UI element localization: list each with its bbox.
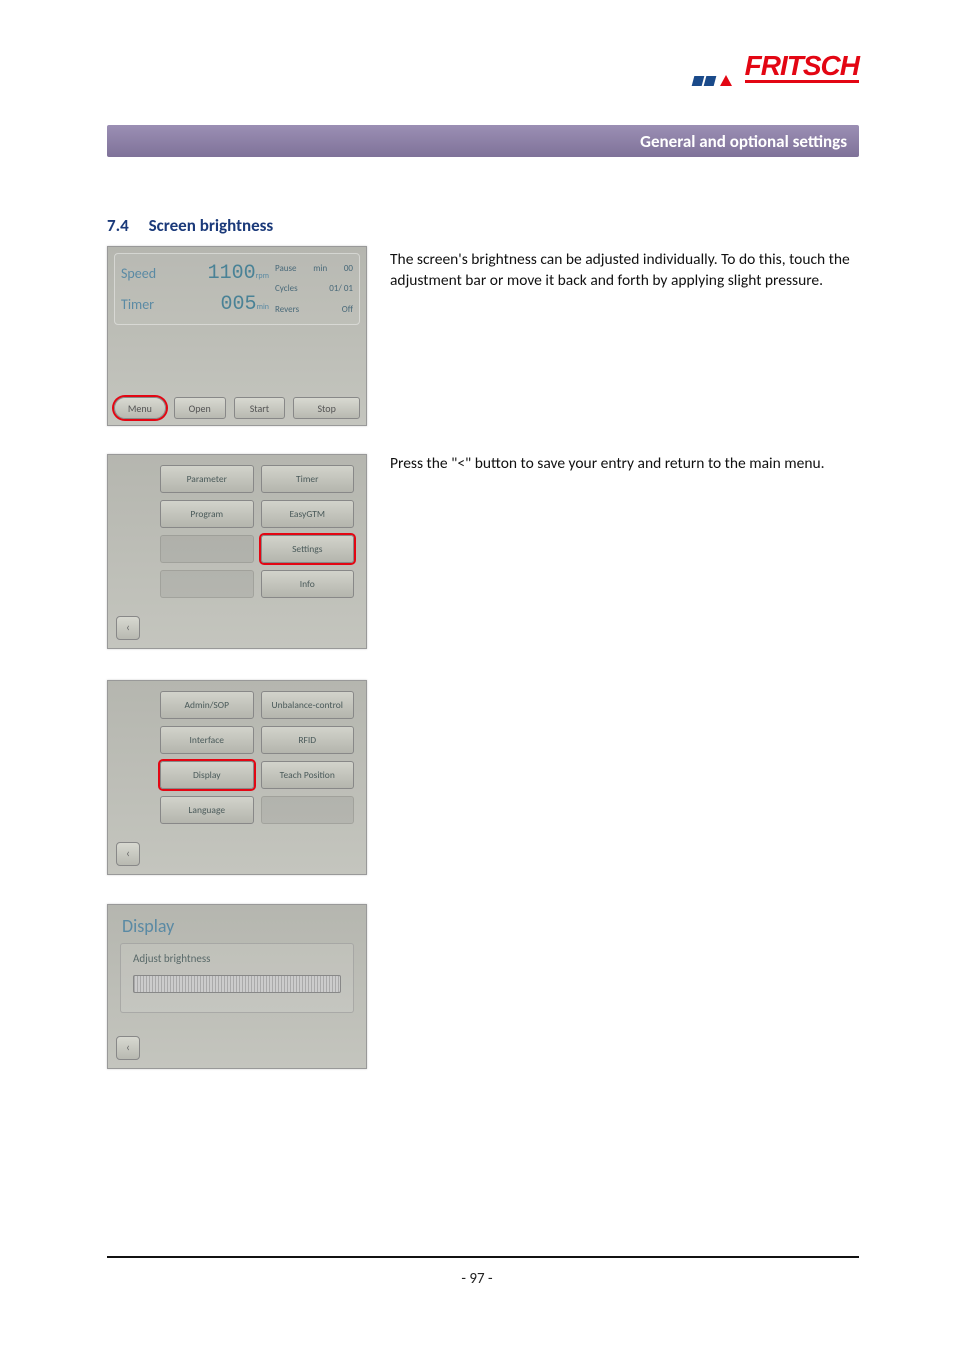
menu-language[interactable]: Language [160, 796, 254, 824]
back-button[interactable]: ‹ [116, 842, 140, 866]
menu-empty-1 [160, 535, 254, 563]
start-button[interactable]: Start [234, 397, 286, 419]
menu-info[interactable]: Info [261, 570, 355, 598]
menu-unbalance[interactable]: Unbalance-control [261, 691, 355, 719]
page-number: - 97 - [0, 1270, 954, 1288]
menu-button[interactable]: Menu [114, 397, 166, 419]
revers-label: Revers [275, 304, 299, 315]
section-heading: 7.4 Screen brightness [107, 215, 273, 236]
screenshot-display-brightness: Display Adjust brightness ‹ [107, 904, 367, 1069]
menu-empty-2 [160, 570, 254, 598]
back-button[interactable]: ‹ [116, 616, 140, 640]
speed-label: Speed [121, 265, 179, 282]
screenshot-menu-settings: Admin/SOP Unbalance-control Interface RF… [107, 680, 367, 875]
brightness-box: Adjust brightness [120, 943, 354, 1013]
section-number: 7.4 [107, 215, 129, 236]
section-breadcrumb-band: General and optional settings [107, 125, 859, 157]
back-button[interactable]: ‹ [116, 1036, 140, 1060]
paragraph-back-button: Press the "<" button to save your entry … [390, 454, 850, 475]
speed-unit: rpm [256, 271, 269, 281]
cycles-value: 01/ 01 [329, 283, 353, 294]
menu-teach-position[interactable]: Teach Position [261, 761, 355, 789]
screenshot-menu-main: Parameter Timer Program EasyGTM Settings… [107, 454, 367, 649]
brand-logo: FRITSCH [699, 50, 859, 95]
brightness-slider[interactable] [133, 975, 341, 993]
display-panel-title: Display [108, 905, 366, 941]
cycles-label: Cycles [275, 283, 298, 294]
pause-label: Pause [275, 263, 297, 274]
pause-value: 00 [344, 263, 353, 274]
menu-display[interactable]: Display [160, 761, 254, 789]
screenshot-main-screen: Speed Timer 1100rpm 005min Pausemin00 Cy… [107, 246, 367, 426]
menu-settings[interactable]: Settings [261, 535, 355, 563]
paragraph-brightness-intro: The screen's brightness can be adjusted … [390, 250, 850, 292]
section-title: Screen brightness [149, 215, 274, 236]
menu-easygtm[interactable]: EasyGTM [261, 500, 355, 528]
menu-parameter[interactable]: Parameter [160, 465, 254, 493]
timer-unit: min [257, 302, 269, 312]
brightness-label: Adjust brightness [133, 952, 341, 965]
menu-interface[interactable]: Interface [160, 726, 254, 754]
footer-rule [107, 1256, 859, 1258]
open-button[interactable]: Open [174, 397, 226, 419]
timer-label: Timer [121, 296, 179, 313]
menu-empty-3 [261, 796, 355, 824]
revers-value: Off [342, 304, 353, 315]
menu-admin-sop[interactable]: Admin/SOP [160, 691, 254, 719]
menu-rfid[interactable]: RFID [261, 726, 355, 754]
section-breadcrumb-text: General and optional settings [640, 131, 847, 152]
menu-timer[interactable]: Timer [261, 465, 355, 493]
logo-shapes [693, 72, 732, 91]
timer-value: 005 [221, 293, 257, 316]
speed-value: 1100 [208, 262, 256, 285]
stop-button[interactable]: Stop [293, 397, 360, 419]
menu-program[interactable]: Program [160, 500, 254, 528]
status-panel: Speed Timer 1100rpm 005min Pausemin00 Cy… [114, 253, 360, 325]
